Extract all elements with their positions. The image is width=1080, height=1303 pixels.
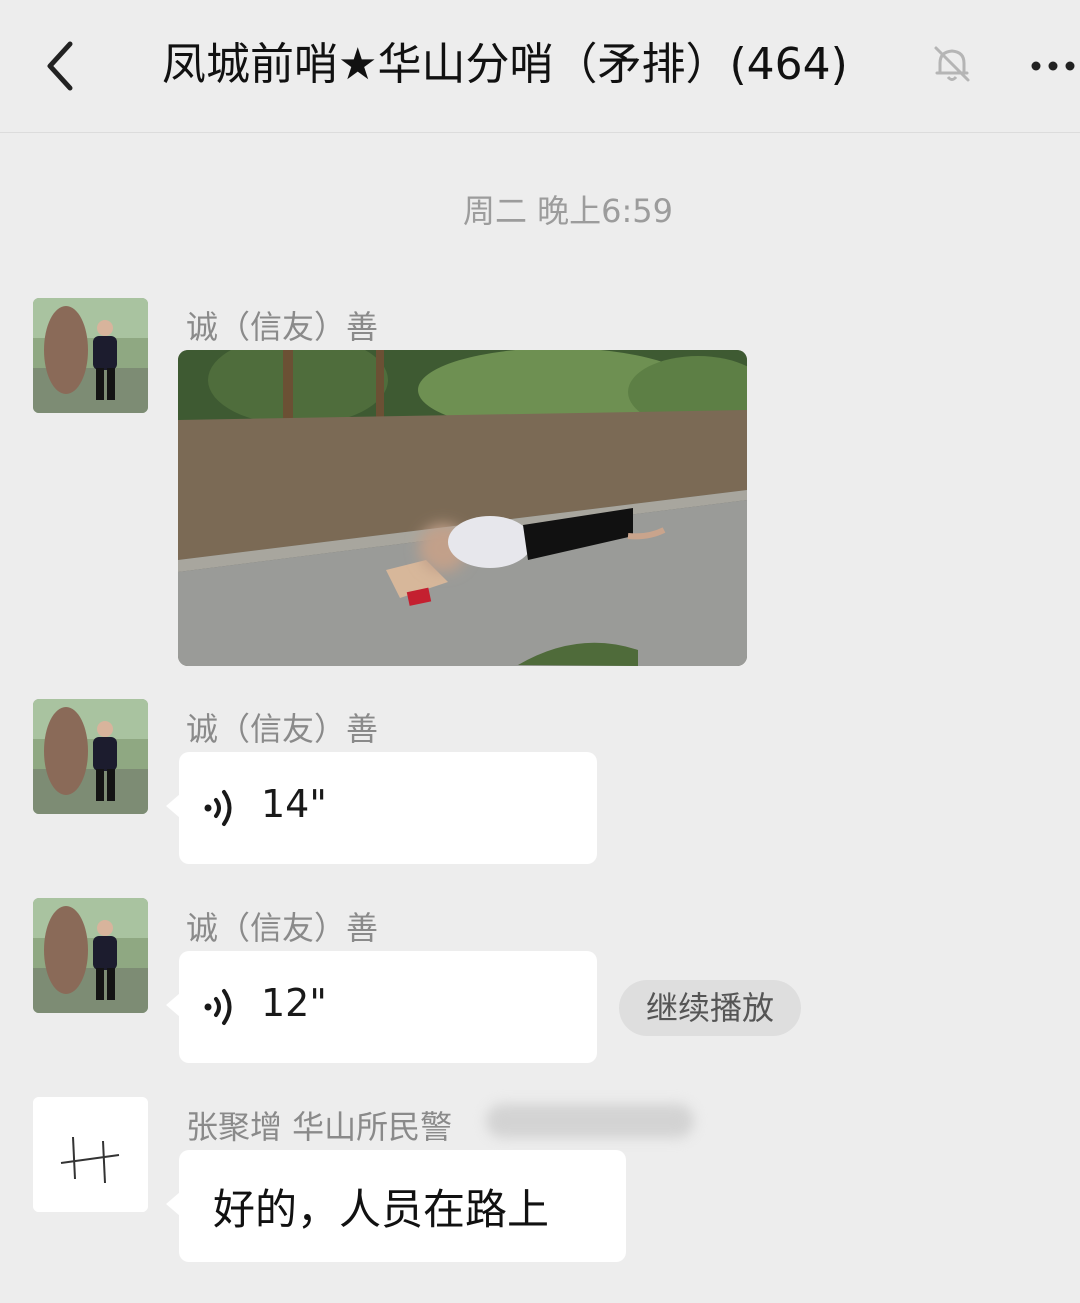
- voice-duration: 12": [261, 981, 327, 1025]
- voice-message[interactable]: 12": [166, 951, 597, 1063]
- more-horizontal-icon: [1031, 61, 1075, 71]
- voice-wave-icon: [204, 989, 232, 1025]
- back-button[interactable]: [36, 34, 92, 98]
- top-bar: 凤城前哨★华山分哨（矛排）(464): [0, 0, 1080, 133]
- image-message[interactable]: [178, 350, 747, 666]
- bell-muted-icon: [930, 42, 974, 86]
- voice-wave-icon: [204, 790, 232, 826]
- voice-duration: 14": [261, 782, 327, 826]
- sender-name: 诚（信友）善: [186, 308, 379, 346]
- chevron-left-icon: [47, 41, 73, 91]
- avatar[interactable]: [33, 699, 148, 814]
- chat-title: 凤城前哨★华山分哨（矛排）(464): [162, 39, 848, 90]
- continue-playing-button[interactable]: 继续播放: [619, 980, 801, 1036]
- more-button[interactable]: [1026, 40, 1080, 92]
- sender-name: 张聚增 华山所民警: [186, 1108, 453, 1146]
- avatar[interactable]: [33, 1097, 148, 1212]
- message-text: 好的，人员在路上: [213, 1185, 550, 1234]
- redacted-text: [486, 1104, 694, 1138]
- text-message[interactable]: 好的，人员在路上: [166, 1150, 626, 1262]
- sender-name: 诚（信友）善: [186, 710, 379, 748]
- avatar[interactable]: [33, 898, 148, 1013]
- avatar[interactable]: [33, 298, 148, 413]
- voice-message[interactable]: 14": [166, 752, 597, 864]
- chat-timestamp: 周二 晚上6:59: [462, 192, 674, 230]
- sender-name: 诚（信友）善: [186, 909, 379, 947]
